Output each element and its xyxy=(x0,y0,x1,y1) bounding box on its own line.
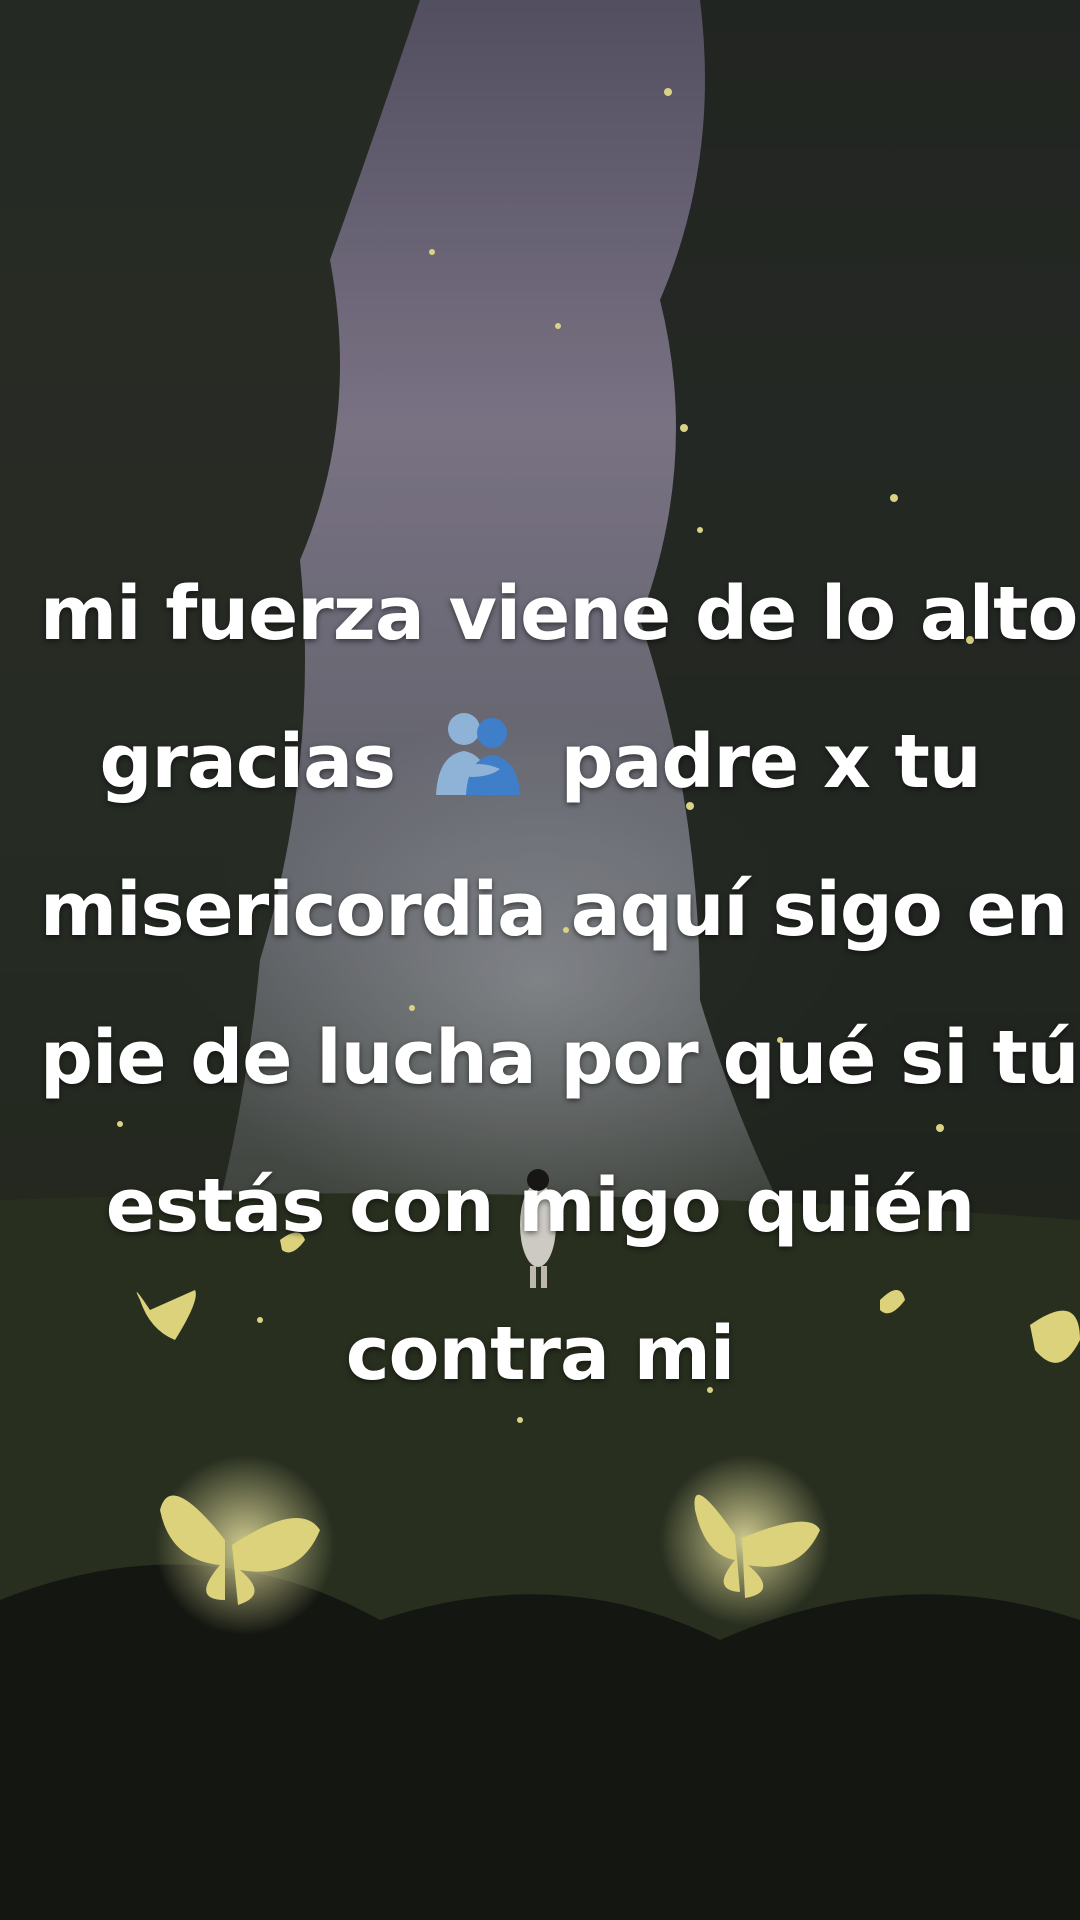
caption-line-6: contra mi xyxy=(345,1311,735,1397)
caption-line-2-start: gracias xyxy=(99,719,396,805)
people-hugging-icon xyxy=(435,713,520,795)
caption-overlay: mi fuerza viene de lo alto gracias padre… xyxy=(40,540,1079,1428)
caption-line-1: mi fuerza viene de lo alto xyxy=(40,571,1078,657)
caption-line-4: pie de lucha por qué si tú xyxy=(40,1015,1079,1101)
caption-line-2-end: padre x tu xyxy=(560,719,982,805)
caption-line-3: misericordia aquí sigo en xyxy=(40,867,1068,953)
video-frame: mi fuerza viene de lo alto gracias padre… xyxy=(0,0,1080,1920)
caption-line-2: gracias padre x tu xyxy=(40,688,1040,836)
caption-line-5: estás con migo quién xyxy=(105,1163,975,1249)
